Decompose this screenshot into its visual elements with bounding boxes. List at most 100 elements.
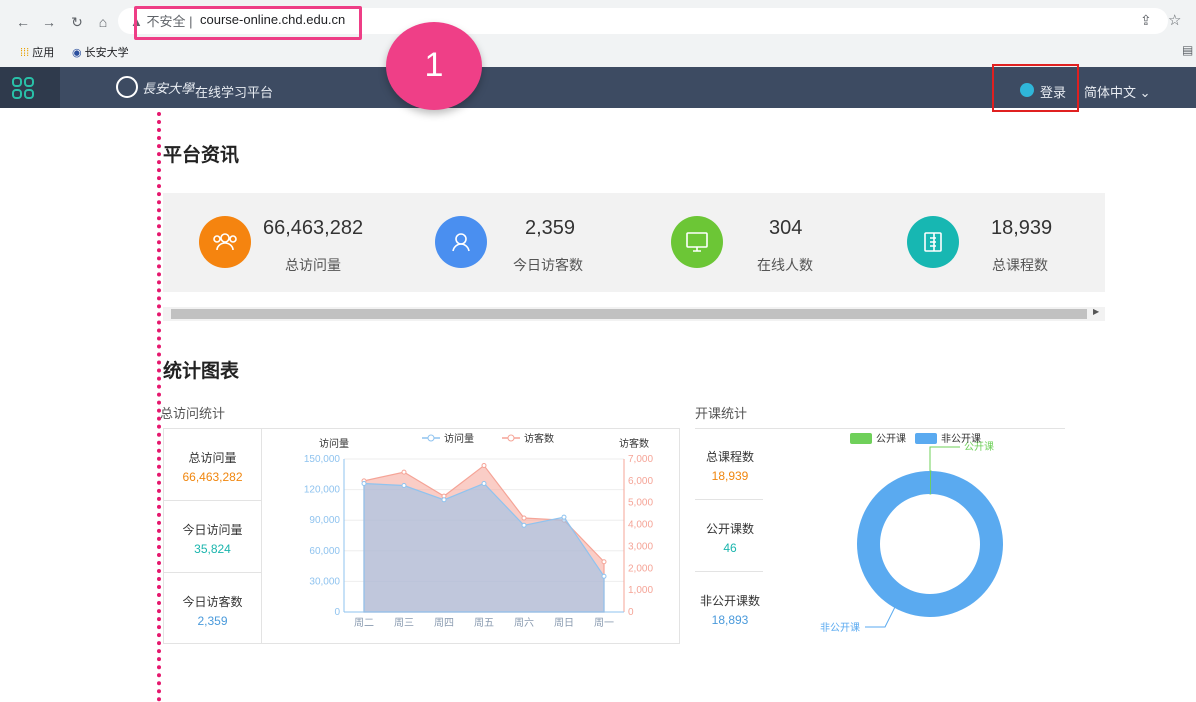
language-label: 简体中文 <box>1084 85 1137 100</box>
y-tick-label-right: 7,000 <box>628 454 653 465</box>
stat-label: 总课程数 <box>992 257 1048 273</box>
y-tick-label-right: 6,000 <box>628 476 653 487</box>
back-icon[interactable]: ← <box>14 14 32 30</box>
x-tick-label: 周三 <box>394 617 414 629</box>
home-icon[interactable]: ⌂ <box>94 14 112 30</box>
language-selector[interactable]: 简体中文 ⌄ <box>1084 82 1151 101</box>
grid-menu-icon[interactable] <box>11 76 35 100</box>
stat-value: 18,939 <box>991 217 1053 239</box>
legend-marker <box>507 434 515 442</box>
x-tick-label: 周六 <box>514 617 534 629</box>
university-logo: 長安大學 <box>142 82 195 97</box>
scroll-right-icon[interactable]: ▶ <box>1093 307 1099 316</box>
book-icon <box>907 216 959 268</box>
slice-label: 非公开课 <box>820 622 860 634</box>
chevron-down-icon: ⌄ <box>1139 85 1151 100</box>
y-tick-label-right: 5,000 <box>628 498 653 509</box>
visit-stats-title: 总访问统计 <box>160 406 226 421</box>
y-tick-label-right: 0 <box>628 607 634 618</box>
bookmark-label: 应用 <box>32 47 55 59</box>
stat-total-courses: 18,939 总课程数 <box>871 193 1106 292</box>
data-point <box>481 463 487 469</box>
kpi-open-courses: 公开课数 46 <box>695 520 765 555</box>
data-point <box>441 497 447 503</box>
kpi-label: 今日访客数 <box>182 595 243 609</box>
platform-name: 在线学习平台 <box>195 85 274 100</box>
y-tick-label-left: 0 <box>334 607 340 618</box>
y-tick-label-left: 60,000 <box>309 546 340 557</box>
kpi-value: 18,893 <box>711 613 749 627</box>
x-tick-label: 周二 <box>354 617 374 629</box>
kpi-value: 66,463,282 <box>182 470 243 484</box>
course-stats-panel: 总课程数 18,939 公开课数 46 非公开课数 18,893 公开课 非公开课… <box>695 428 1065 644</box>
data-point <box>601 573 607 579</box>
data-point <box>521 522 527 528</box>
bookmark-chd[interactable]: ◉ 长安大学 <box>72 44 129 60</box>
stat-label: 总访问量 <box>285 257 341 273</box>
university-seal-icon <box>116 76 138 98</box>
data-point <box>401 483 407 489</box>
reload-icon[interactable]: ↻ <box>68 14 86 31</box>
label-leader <box>865 606 896 628</box>
kpi-label: 总访问量 <box>188 451 237 465</box>
label-leader <box>929 446 960 471</box>
stat-value: 66,463,282 <box>263 217 364 239</box>
scrollbar-thumb[interactable] <box>171 309 1087 319</box>
stat-label: 在线人数 <box>757 257 813 273</box>
divider <box>164 500 261 501</box>
divider <box>695 499 763 500</box>
y-tick-label-right: 3,000 <box>628 541 653 552</box>
y-tick-label-left: 30,000 <box>309 576 340 587</box>
x-tick-label: 周一 <box>594 617 614 629</box>
y-axis-title-right: 访客数 <box>619 437 649 450</box>
stats-panel: 66,463,282 总访问量 2,359 今日访客数 304 在线人数 18,… <box>163 193 1105 292</box>
kpi-today-visitors: 今日访客数 2,359 <box>164 593 261 628</box>
data-point <box>361 480 367 486</box>
login-highlight-box <box>992 64 1079 112</box>
y-tick-label-left: 150,000 <box>304 454 341 465</box>
stat-online-users: 304 在线人数 <box>635 193 870 292</box>
kpi-label: 非公开课数 <box>699 594 760 608</box>
users-icon <box>199 216 251 268</box>
forward-icon[interactable]: → <box>40 14 58 30</box>
bookmark-apps[interactable]: ⁞⁞⁞ 应用 <box>20 44 54 60</box>
charts-title: 统计图表 <box>163 361 240 382</box>
stat-value: 2,359 <box>525 217 576 239</box>
kpi-label: 公开课数 <box>705 522 754 536</box>
url-highlight-box <box>134 6 362 40</box>
kpi-value: 2,359 <box>197 614 228 628</box>
monitor-icon <box>671 216 723 268</box>
x-tick-label: 周五 <box>474 617 494 629</box>
data-point <box>521 515 527 521</box>
step-badge: 1 <box>386 22 482 110</box>
star-icon[interactable]: ☆ <box>1168 11 1181 29</box>
visit-area-chart: 0 30,000 60,000 90,000 120,000 150,000 0 1,000 2… <box>304 432 654 629</box>
apps-grid-icon: ⁞⁞⁞ <box>20 47 30 59</box>
user-icon <box>435 216 487 268</box>
x-tick-label: 周日 <box>554 617 574 629</box>
legend-label: 公开课 <box>876 433 906 445</box>
series-area-left <box>363 482 605 613</box>
divider <box>695 571 763 572</box>
legend-swatch <box>915 433 937 444</box>
course-stats-title: 开课统计 <box>695 406 748 421</box>
legend-label: 访客数 <box>524 432 554 445</box>
share-icon[interactable]: ⇪ <box>1140 12 1152 29</box>
data-point <box>561 514 567 520</box>
visit-stats-panel: 总访问量 66,463,282 今日访问量 35,824 今日访客数 2,359… <box>163 428 680 644</box>
bookmark-label: 长安大学 <box>84 47 129 59</box>
kpi-value: 35,824 <box>194 542 231 556</box>
y-axis-title-left: 访问量 <box>319 437 349 450</box>
legend-swatch <box>850 433 872 444</box>
divider <box>164 572 261 573</box>
legend-marker <box>427 434 435 442</box>
data-point <box>401 469 407 475</box>
y-tick-label-right: 2,000 <box>628 563 653 574</box>
reading-list-icon[interactable]: ▤ <box>1182 43 1193 57</box>
course-donut-chart: 公开课非公开课公开课 非公开课 <box>820 433 1004 634</box>
stat-today-visitors: 2,359 今日访客数 <box>399 193 634 292</box>
y-tick-label-right: 1,000 <box>628 585 653 596</box>
stat-label: 今日访客数 <box>513 257 583 273</box>
kpi-label: 今日访问量 <box>182 523 243 537</box>
university-logo-icon: ◉ <box>72 47 82 59</box>
